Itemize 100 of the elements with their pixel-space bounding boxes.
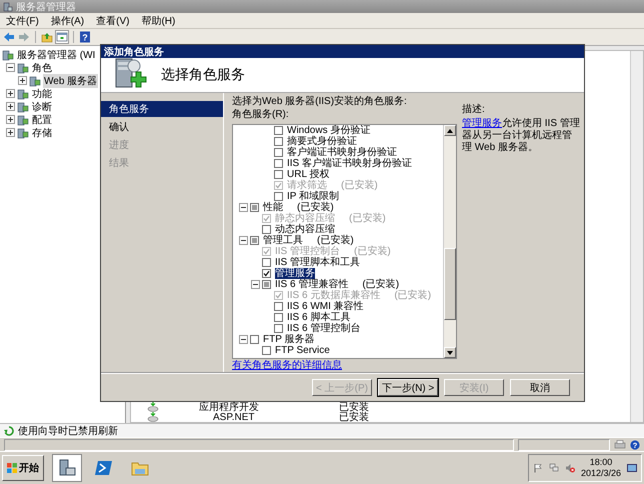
checkbox[interactable] xyxy=(262,280,271,289)
install-status: 已安装 xyxy=(339,412,369,424)
checkbox[interactable] xyxy=(262,269,271,278)
wizard-step[interactable]: 确认 xyxy=(101,119,223,135)
role-service-label[interactable]: IIS 6 管理控制台 xyxy=(287,323,360,334)
installed-note: (已安装) xyxy=(394,290,432,301)
role-service-label[interactable]: 摘要式身份验证 xyxy=(287,136,357,147)
speaker-muted-icon[interactable] xyxy=(564,463,575,473)
expander-icon[interactable] xyxy=(18,76,27,85)
checkbox[interactable] xyxy=(274,313,283,322)
checkbox[interactable] xyxy=(274,148,283,157)
role-service-label[interactable]: FTP 服务器 xyxy=(263,334,314,345)
expander-icon[interactable] xyxy=(6,63,15,72)
role-service-name: 应用程序开发 xyxy=(198,401,260,413)
checkbox[interactable] xyxy=(250,203,259,212)
flag-icon[interactable] xyxy=(532,463,543,473)
expander-icon[interactable] xyxy=(239,335,248,344)
checkbox[interactable] xyxy=(274,170,283,179)
installed-note: (已安装) xyxy=(317,235,354,246)
window-title: 服务器管理器 xyxy=(16,0,76,14)
page-heading: 选择角色服务 xyxy=(161,66,245,84)
checkbox[interactable] xyxy=(262,258,271,267)
role-service-label[interactable]: 客户端证书映射身份验证 xyxy=(287,147,397,158)
checkbox[interactable] xyxy=(250,236,259,245)
installed-note: (已安装) xyxy=(354,246,391,257)
console-icon[interactable] xyxy=(56,31,68,43)
scroll-bar[interactable] xyxy=(443,125,456,358)
checkbox[interactable] xyxy=(262,346,271,355)
expander-icon[interactable] xyxy=(239,203,248,212)
role-service-name: ASP.NET xyxy=(212,412,256,422)
scroll-bar[interactable] xyxy=(630,51,643,422)
menu-item[interactable]: 操作(A) xyxy=(50,14,84,28)
component-icon xyxy=(17,88,29,100)
checkbox[interactable] xyxy=(274,126,283,135)
expander-icon[interactable] xyxy=(6,115,15,124)
role-service-label[interactable]: FTP Service xyxy=(275,345,330,356)
role-service-label[interactable]: IIS 6 WMI 兼容性 xyxy=(287,301,364,312)
service-link[interactable]: 管理服务 xyxy=(462,118,502,129)
checkbox[interactable] xyxy=(274,324,283,333)
expander-icon[interactable] xyxy=(6,89,15,98)
menu-item[interactable]: 文件(F) xyxy=(6,14,39,28)
wizard-button[interactable]: 取消 xyxy=(510,379,570,396)
folder-up-icon[interactable] xyxy=(41,31,53,43)
checkbox[interactable] xyxy=(274,137,283,146)
tree-item[interactable]: Web 服务器 xyxy=(43,74,98,88)
checkbox[interactable] xyxy=(262,225,271,234)
checkbox[interactable] xyxy=(274,302,283,311)
start-button[interactable]: 开始 xyxy=(2,455,44,481)
back-icon[interactable] xyxy=(3,31,15,43)
printer-icon[interactable] xyxy=(614,440,626,450)
expander-icon[interactable] xyxy=(6,128,15,137)
checkbox[interactable] xyxy=(274,159,283,168)
expander-icon[interactable] xyxy=(6,102,15,111)
refresh-icon xyxy=(4,426,14,436)
windows-logo-icon xyxy=(7,463,17,473)
tree-item[interactable]: 服务器管理器 (WI xyxy=(16,48,96,62)
description-text: 管理服务允许使用 IIS 管理器从另一台计算机远程管理 Web 服务器。 xyxy=(462,118,580,154)
more-info-link[interactable]: 有关角色服务的详细信息 xyxy=(232,360,457,372)
component-icon xyxy=(29,74,41,86)
role-service-label[interactable]: 性能 xyxy=(263,202,283,213)
server-icon xyxy=(3,2,13,12)
description-label: 描述: xyxy=(462,104,486,116)
role-service-label[interactable]: IIS 6 脚本工具 xyxy=(287,312,350,323)
component-icon xyxy=(17,100,29,112)
list-label: 角色服务(R): xyxy=(232,109,290,121)
tree-item[interactable]: 诊断 xyxy=(31,100,53,114)
menu-item[interactable]: 帮助(H) xyxy=(141,14,176,28)
role-service-label[interactable]: IIS 管理脚本和工具 xyxy=(275,257,360,268)
expander-icon[interactable] xyxy=(251,280,260,289)
component-icon xyxy=(17,126,29,138)
role-service-label[interactable]: IIS 客户端证书映射身份验证 xyxy=(287,158,412,169)
tree-item[interactable]: 存储 xyxy=(31,126,53,140)
role-service-label[interactable]: IP 和域限制 xyxy=(287,191,340,202)
role-service-label[interactable]: 动态内容压缩 xyxy=(275,224,335,235)
role-service-label[interactable]: Windows 身份验证 xyxy=(287,125,370,136)
role-service-label[interactable]: URL 授权 xyxy=(287,169,330,180)
taskbar-app-button[interactable] xyxy=(52,454,82,482)
help-icon[interactable]: ? xyxy=(79,31,91,43)
wizard-button[interactable]: 下一步(N) > xyxy=(378,379,438,396)
tree-item[interactable]: 角色 xyxy=(31,60,53,74)
clock-date[interactable]: 2012/3/26 xyxy=(580,468,621,479)
tree-item[interactable]: 配置 xyxy=(31,112,53,126)
component-icon xyxy=(17,62,29,74)
status-text: 使用向导时已禁用刷新 xyxy=(18,424,118,438)
role-service-label[interactable]: IIS 6 管理兼容性 xyxy=(275,279,348,290)
terminal-icon xyxy=(94,458,114,478)
checkbox[interactable] xyxy=(250,335,259,344)
role-service-label[interactable]: 管理服务 xyxy=(275,268,315,279)
expander-icon[interactable] xyxy=(239,236,248,245)
menu-item[interactable]: 查看(V) xyxy=(96,14,130,28)
network-icon[interactable] xyxy=(548,463,559,473)
wizard-step[interactable]: 角色服务 xyxy=(101,101,223,117)
installed-note: (已安装) xyxy=(341,180,378,191)
role-service-label[interactable]: 管理工具 xyxy=(263,235,303,246)
component-icon xyxy=(17,114,29,126)
clock-time[interactable]: 18:00 xyxy=(590,457,612,468)
checkbox[interactable] xyxy=(274,192,283,201)
installed-note: (已安装) xyxy=(349,213,386,224)
tree-item[interactable]: 功能 xyxy=(31,86,53,100)
show-desktop-icon[interactable] xyxy=(627,464,637,472)
